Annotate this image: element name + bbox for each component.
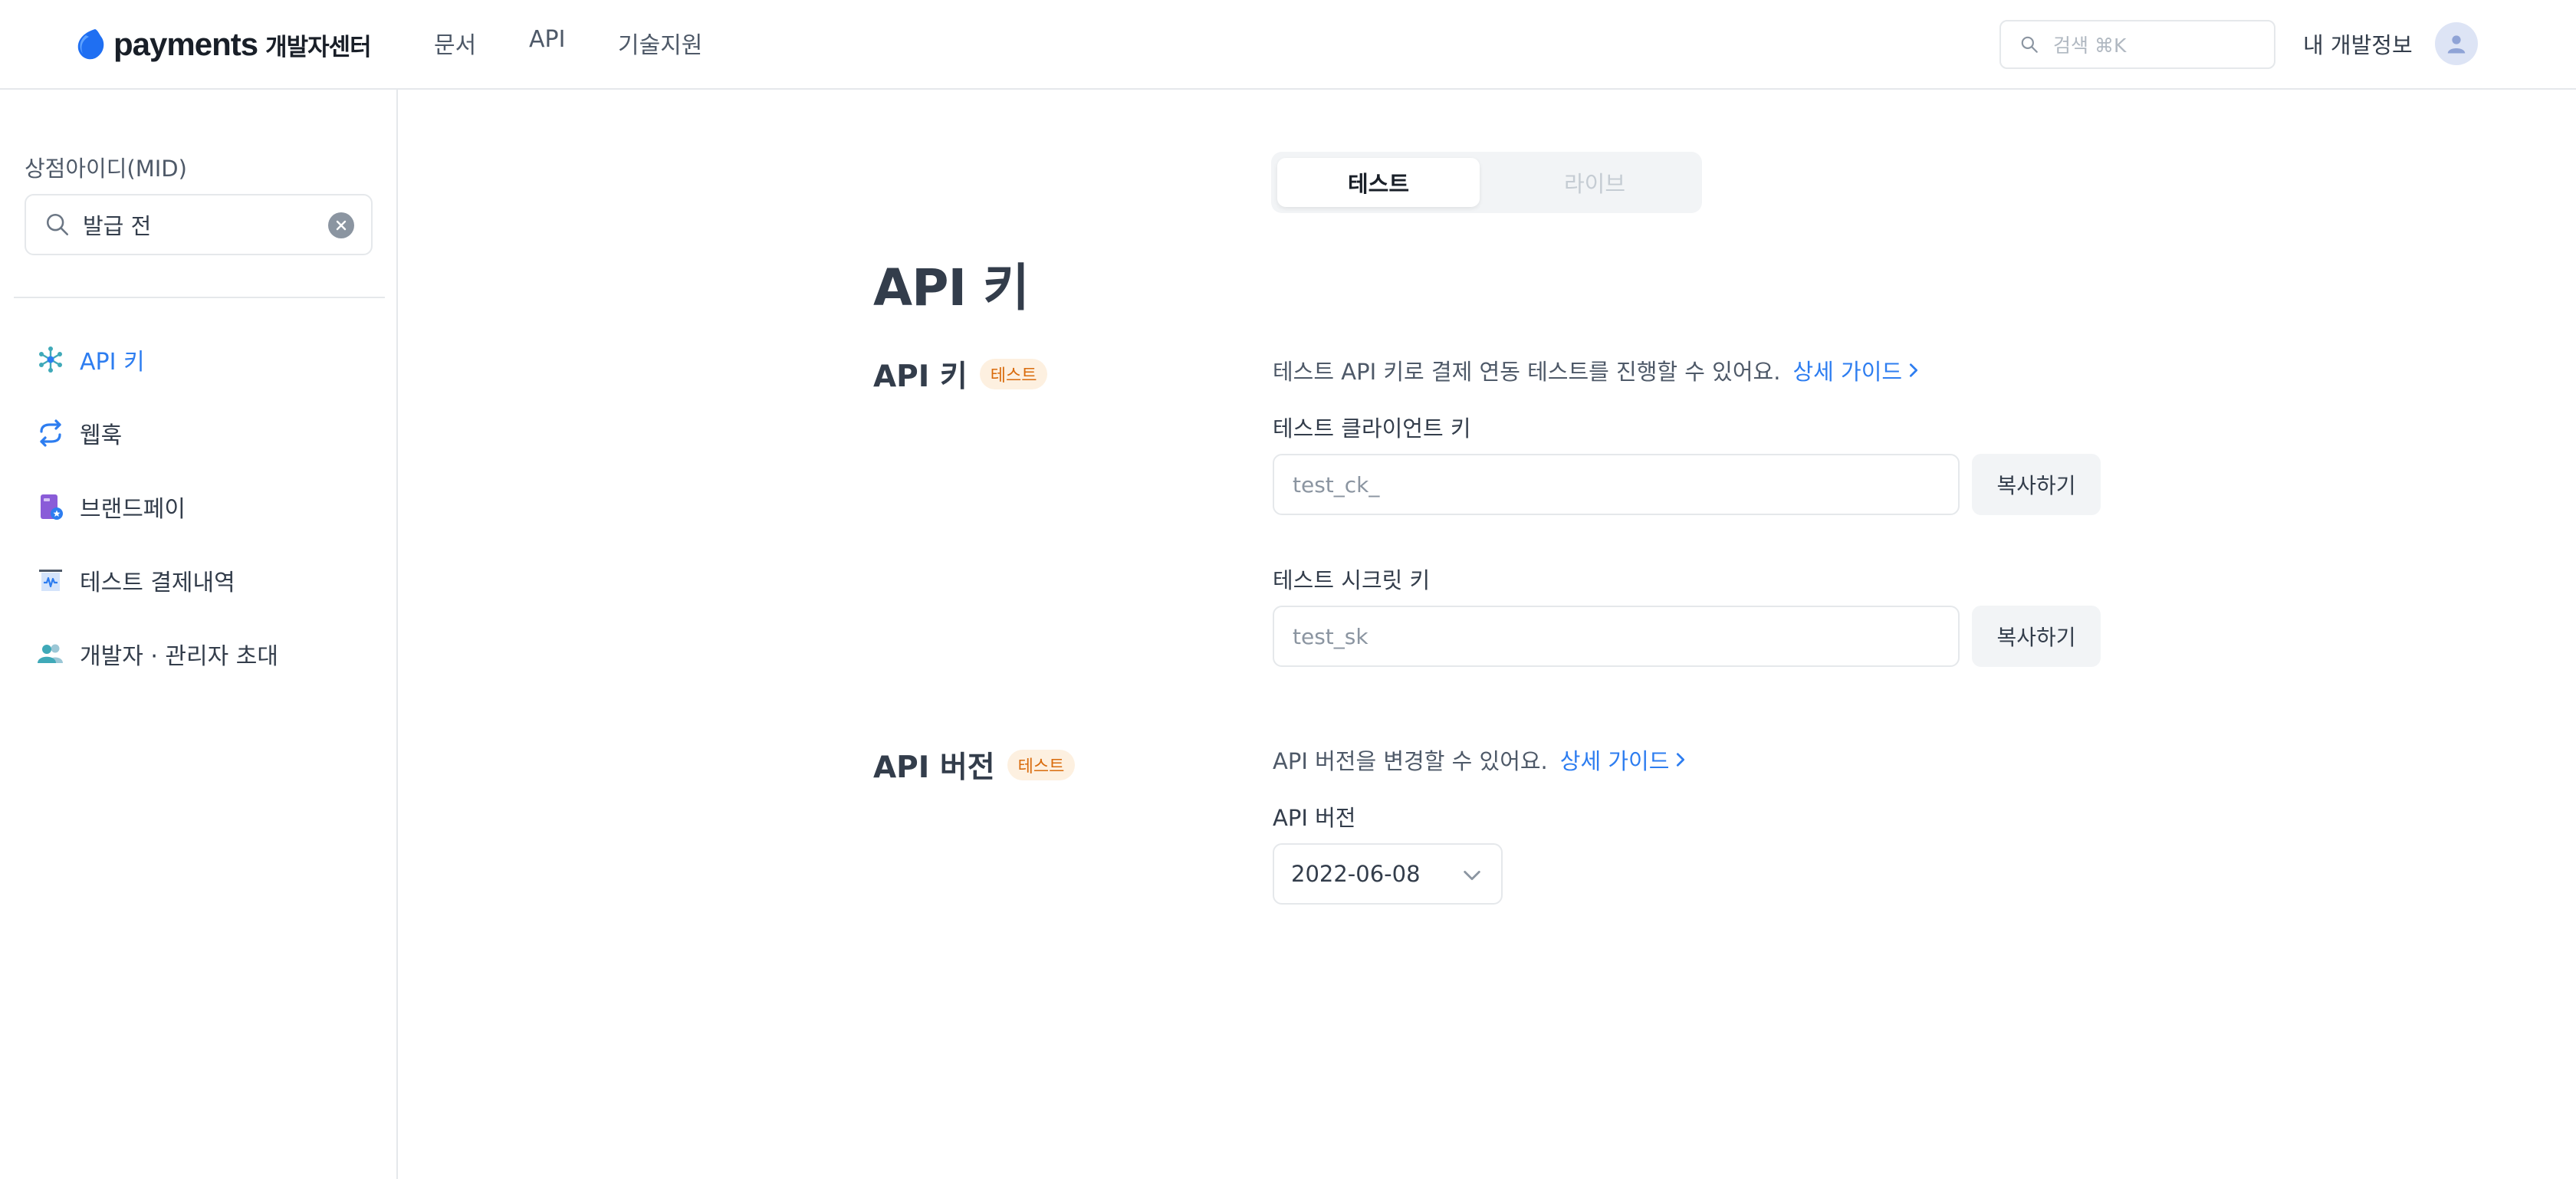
guide-link[interactable]: 상세 가이드 [1792, 354, 1922, 386]
api-key-section-title: API 키 테스트 [873, 353, 1048, 396]
client-key-field[interactable] [1273, 454, 1960, 515]
api-key-icon [35, 344, 66, 375]
copy-client-key-button[interactable]: 복사하기 [1972, 454, 2101, 515]
api-version-section-title: API 버전 테스트 [873, 744, 1076, 787]
webhook-icon [35, 418, 66, 448]
status-badge: 테스트 [979, 359, 1048, 389]
mode-toggle: 테스트 라이브 [1271, 152, 1702, 213]
guide-link-label: 상세 가이드 [1792, 359, 1903, 385]
description-text: 테스트 API 키로 결제 연동 테스트를 진행할 수 있어요. [1273, 359, 1781, 385]
status-badge: 테스트 [1007, 750, 1076, 780]
logo-subtitle: 개발자센터 [265, 33, 372, 61]
tab-test[interactable]: 테스트 [1277, 158, 1480, 207]
sidebar: 상점아이디(MID) 발급 전 API 키 웹훅 브랜드페이 테스트 결제내역 … [0, 90, 398, 1179]
sidebar-item-test-payments[interactable]: 테스트 결제내역 [35, 559, 235, 602]
secret-key-label: 테스트 시크릿 키 [1273, 567, 1431, 593]
sidebar-item-label: 웹훅 [80, 422, 123, 449]
page-title: API 키 [873, 258, 1030, 317]
avatar[interactable] [2435, 22, 2478, 65]
logo-mark-icon [77, 29, 104, 60]
nav-support[interactable]: 기술지원 [618, 26, 702, 60]
nav-api[interactable]: API [529, 26, 565, 53]
api-version-label: API 버전 [1273, 805, 1356, 831]
sidebar-item-label: API 키 [80, 349, 145, 376]
section-title-text: API 버전 [873, 750, 995, 785]
search-icon [46, 213, 69, 236]
sidebar-item-brandpay[interactable]: 브랜드페이 [35, 485, 186, 528]
secret-key-field[interactable] [1273, 606, 1960, 667]
user-icon [2447, 35, 2466, 54]
sidebar-item-webhook[interactable]: 웹훅 [35, 412, 122, 455]
mid-value: 발급 전 [83, 213, 152, 239]
copy-secret-key-button[interactable]: 복사하기 [1972, 606, 2101, 667]
mid-label: 상점아이디(MID) [25, 156, 187, 182]
sidebar-item-invite[interactable]: 개발자 · 관리자 초대 [35, 632, 278, 675]
sidebar-item-api-key[interactable]: API 키 [35, 338, 145, 381]
chevron-right-icon [1910, 363, 1918, 377]
top-header: payments 개발자센터 문서 API 기술지원 검색 ⌘K 내 개발정보 [0, 0, 2576, 90]
description-text: API 버전을 변경할 수 있어요. [1273, 748, 1548, 774]
people-icon [35, 639, 66, 669]
receipt-icon [35, 565, 66, 596]
chevron-down-icon [1464, 870, 1480, 881]
clear-icon[interactable] [328, 212, 354, 238]
guide-link-label: 상세 가이드 [1559, 748, 1670, 774]
my-dev-info-link[interactable]: 내 개발정보 [2303, 28, 2413, 60]
logo[interactable]: payments 개발자센터 [72, 23, 372, 66]
guide-link[interactable]: 상세 가이드 [1560, 744, 1690, 776]
sidebar-item-label: 브랜드페이 [80, 496, 186, 523]
brandpay-icon [35, 491, 66, 522]
logo-word: payments [113, 26, 258, 62]
select-value: 2022-06-08 [1291, 861, 1421, 887]
chevron-right-icon [1677, 753, 1685, 767]
sidebar-item-label: 테스트 결제내역 [80, 570, 235, 596]
sidebar-divider [14, 297, 385, 298]
search-input[interactable]: 검색 ⌘K [1999, 20, 2275, 69]
nav-docs[interactable]: 문서 [434, 26, 476, 60]
search-placeholder: 검색 ⌘K [2053, 34, 2127, 57]
search-icon [2021, 36, 2038, 53]
api-version-select[interactable]: 2022-06-08 [1273, 843, 1503, 905]
tab-live[interactable]: 라이브 [1493, 158, 1696, 207]
api-version-description: API 버전을 변경할 수 있어요. 상세 가이드 [1273, 744, 1689, 776]
section-title-text: API 키 [873, 360, 968, 394]
sidebar-item-label: 개발자 · 관리자 초대 [80, 643, 278, 670]
api-key-description: 테스트 API 키로 결제 연동 테스트를 진행할 수 있어요. 상세 가이드 [1273, 354, 1922, 386]
client-key-label: 테스트 클라이언트 키 [1273, 415, 1471, 442]
mid-search-field[interactable]: 발급 전 [25, 194, 373, 255]
